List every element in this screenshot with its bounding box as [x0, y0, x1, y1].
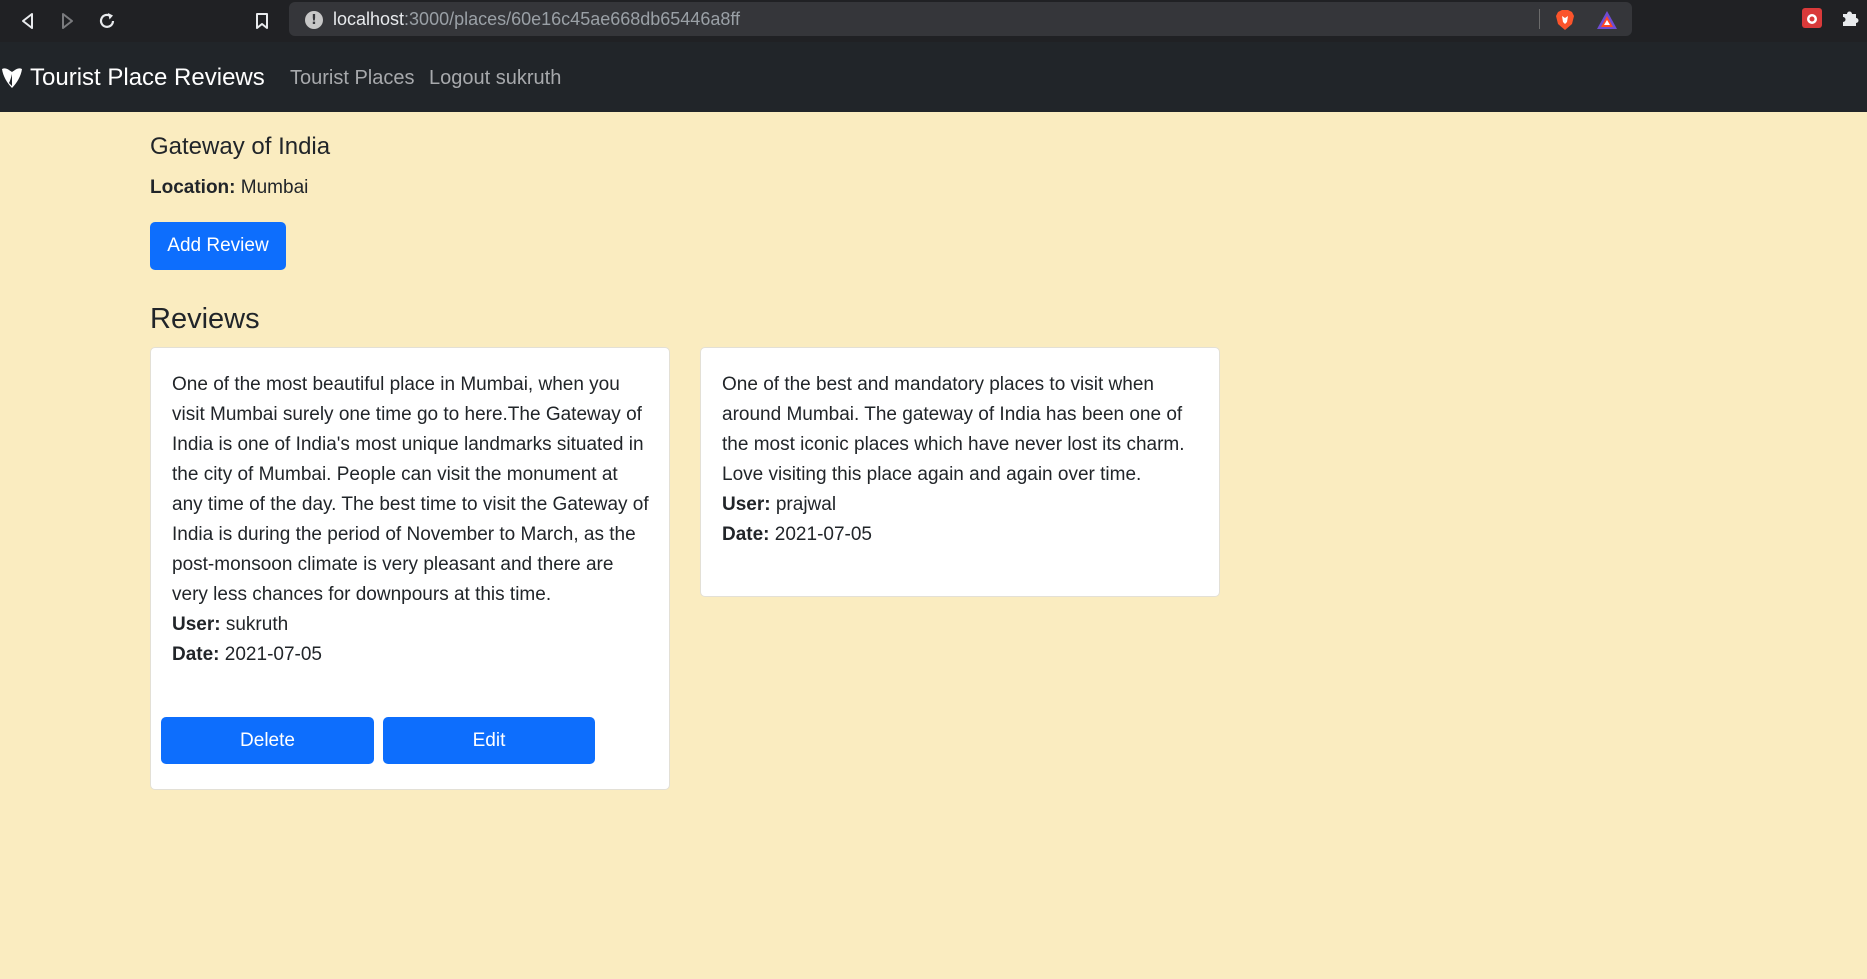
brave-shield-icon[interactable]: [1555, 9, 1575, 31]
site-info-icon[interactable]: !: [305, 11, 323, 29]
review-card: One of the most beautiful place in Mumba…: [150, 347, 670, 790]
review-user: User: sukruth: [172, 610, 652, 640]
url-text[interactable]: localhost:3000/places/60e16c45ae668db654…: [333, 9, 740, 30]
reload-button[interactable]: [92, 6, 122, 36]
brand-label: Tourist Place Reviews: [30, 64, 265, 91]
location-value: Mumbai: [240, 177, 309, 198]
back-button[interactable]: [13, 6, 43, 36]
nav-link-logout[interactable]: Logout sukruth: [429, 67, 561, 90]
review-card-body: One of the best and mandatory places to …: [722, 370, 1202, 550]
review-text: One of the best and mandatory places to …: [722, 374, 1185, 485]
puzzle-extensions-icon[interactable]: [1840, 8, 1860, 28]
date-value: 2021-07-05: [224, 644, 322, 665]
bookmark-icon: [256, 13, 268, 29]
place-title: Gateway of India: [150, 133, 331, 160]
review-user: User: prajwal: [722, 490, 1202, 520]
review-card: One of the best and mandatory places to …: [700, 347, 1220, 597]
user-value: sukruth: [225, 614, 289, 635]
bookmark-button[interactable]: [247, 6, 277, 36]
place-location: Location: Mumbai: [150, 177, 308, 199]
user-value: prajwal: [775, 494, 837, 515]
date-value: 2021-07-05: [774, 524, 872, 545]
app-navbar: Tourist Place Reviews Tourist Places Log…: [0, 42, 1867, 112]
forward-button[interactable]: [52, 6, 82, 36]
extension-icon[interactable]: [1801, 7, 1823, 29]
reviews-heading: Reviews: [150, 303, 260, 335]
navbar-brand[interactable]: Tourist Place Reviews: [0, 64, 265, 92]
url-path: :3000/places/60e16c45ae668db65446a8ff: [404, 9, 741, 29]
back-icon: [22, 13, 33, 29]
date-label: Date:: [722, 524, 770, 545]
delete-review-button[interactable]: Delete: [161, 717, 374, 764]
review-card-body: One of the most beautiful place in Mumba…: [172, 370, 652, 670]
user-label: User:: [722, 494, 771, 515]
review-text: One of the most beautiful place in Mumba…: [172, 374, 649, 605]
date-label: Date:: [172, 644, 220, 665]
brave-rewards-icon[interactable]: [1596, 10, 1618, 30]
add-review-button[interactable]: Add Review: [150, 222, 286, 270]
address-bar[interactable]: ! localhost:3000/places/60e16c45ae668db6…: [289, 2, 1632, 36]
user-label: User:: [172, 614, 221, 635]
edit-review-button[interactable]: Edit: [383, 717, 595, 764]
reload-icon: [99, 13, 115, 28]
url-separator: [1539, 9, 1540, 29]
nav-link-tourist-places[interactable]: Tourist Places: [290, 67, 415, 90]
forward-icon: [62, 13, 73, 29]
browser-toolbar: ! localhost:3000/places/60e16c45ae668db6…: [0, 0, 1867, 42]
logo-icon: [2, 68, 22, 88]
review-date: Date: 2021-07-05: [172, 640, 652, 670]
url-host: localhost: [333, 9, 405, 29]
location-label: Location:: [150, 177, 236, 198]
review-date: Date: 2021-07-05: [722, 520, 1202, 550]
